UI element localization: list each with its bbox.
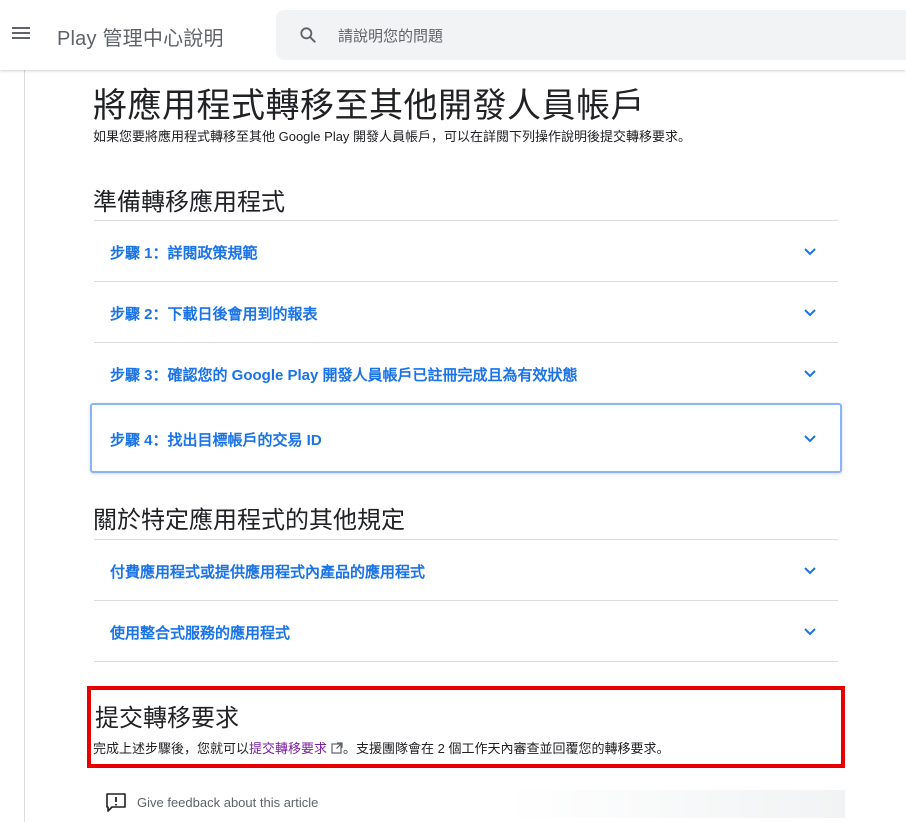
accordion-item-step-1[interactable]: 步驟 1：詳閱政策規範: [94, 220, 838, 281]
accordion-item-label: 步驟 1：詳閱政策規範: [110, 245, 258, 262]
accordion-item-step-3[interactable]: 步驟 3：確認您的 Google Play 開發人員帳戶已註冊完成且為有效狀態: [94, 342, 838, 403]
accordion-item-label: 使用整合式服務的應用程式: [110, 625, 291, 642]
section-heading-prepare: 準備轉移應用程式: [93, 189, 285, 216]
feedback-icon: [106, 793, 126, 812]
chevron-down-icon: [804, 435, 816, 443]
hamburger-menu-icon[interactable]: [10, 24, 32, 44]
accordion-item-paid-apps[interactable]: 付費應用程式或提供應用程式內產品的應用程式: [94, 539, 838, 600]
top-app-bar: Play 管理中心說明: [0, 0, 906, 70]
feedback-bar-background: [505, 790, 845, 818]
search-box[interactable]: [276, 10, 906, 60]
search-input[interactable]: [336, 22, 900, 50]
accordion-item-label: 步驟 3：確認您的 Google Play 開發人員帳戶已註冊完成且為有效狀態: [110, 367, 578, 384]
accordion-item-step-4[interactable]: 步驟 4：找出目標帳戶的交易 ID: [90, 403, 842, 473]
accordion-item-integrated-services[interactable]: 使用整合式服務的應用程式: [94, 600, 838, 662]
page-title: 將應用程式轉移至其他開發人員帳戶: [93, 87, 645, 125]
article-container: 將應用程式轉移至其他開發人員帳戶 如果您要將應用程式轉移至其他 Google P…: [24, 70, 906, 822]
intro-text: 如果您要將應用程式轉移至其他 Google Play 開發人員帳戶，可以在詳閱下…: [93, 129, 692, 144]
chevron-down-icon: [804, 248, 816, 256]
accordion-prepare: 步驟 1：詳閱政策規範 步驟 2：下載日後會用到的報表 步驟 3：確認您的 Go…: [90, 220, 842, 473]
section-heading-submit: 提交轉移要求: [95, 705, 239, 732]
submit-transfer-request-link[interactable]: 提交轉移要求: [249, 741, 327, 756]
chevron-down-icon: [804, 370, 816, 378]
accordion-item-label: 付費應用程式或提供應用程式內產品的應用程式: [110, 564, 426, 581]
chevron-down-icon: [804, 628, 816, 636]
product-title[interactable]: Play 管理中心說明: [57, 22, 224, 51]
feedback-label: Give feedback about this article: [137, 795, 319, 810]
feedback-button[interactable]: Give feedback about this article: [105, 790, 845, 818]
external-link-icon[interactable]: [331, 742, 343, 754]
search-icon[interactable]: [298, 25, 318, 45]
submit-text-after: 。支援團隊會在 2 個工作天內審查並回覆您的轉移要求。: [343, 741, 670, 756]
chevron-down-icon: [804, 309, 816, 317]
accordion-item-step-2[interactable]: 步驟 2：下載日後會用到的報表: [94, 281, 838, 342]
accordion-item-label: 步驟 4：找出目標帳戶的交易 ID: [110, 432, 322, 449]
accordion-other-rules: 付費應用程式或提供應用程式內產品的應用程式 使用整合式服務的應用程式: [94, 539, 838, 662]
accordion-item-label: 步驟 2：下載日後會用到的報表: [110, 306, 318, 323]
submit-text-before: 完成上述步驟後，您就可以: [93, 741, 250, 756]
chevron-down-icon: [804, 567, 816, 575]
submit-description: 完成上述步驟後，您就可以提交轉移要求 。支援團隊會在 2 個工作天內審查並回覆您的…: [93, 738, 670, 757]
section-heading-other-rules: 關於特定應用程式的其他規定: [93, 507, 405, 534]
